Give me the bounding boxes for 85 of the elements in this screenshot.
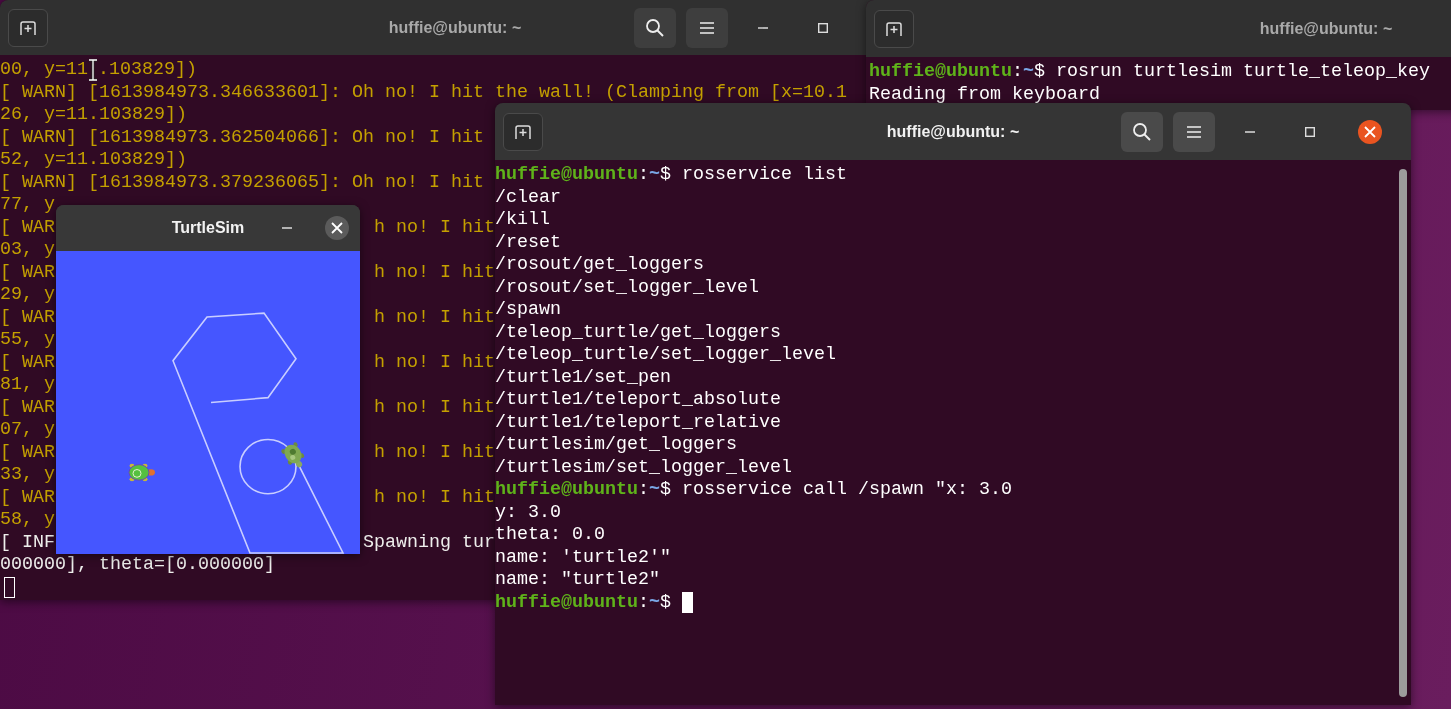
menu-icon <box>699 20 715 35</box>
search-button[interactable] <box>1121 111 1163 152</box>
output-text: /rosout/set_logger_level <box>495 276 759 299</box>
new-tab-button[interactable] <box>8 8 48 47</box>
output-text: /turtlesim/set_logger_level <box>495 456 792 479</box>
warning-log-text: [ WAR <box>0 441 55 464</box>
text-cursor <box>4 576 15 598</box>
search-button[interactable] <box>634 7 676 48</box>
warning-log-text: 55, y <box>0 329 55 352</box>
new-tab-button[interactable] <box>874 9 914 48</box>
warning-log-text: h no! I hit <box>374 486 495 509</box>
warning-log-text: 00, y=11 <box>0 59 88 82</box>
close-button[interactable] <box>1358 119 1382 144</box>
warning-log-text: [ WAR <box>0 396 55 419</box>
close-button[interactable] <box>325 216 349 240</box>
warning-log-text: [ WARN] [1613984973.362504066]: Oh no! I hit <box>0 126 484 149</box>
output-text: name: 'turtle2'" <box>495 546 671 569</box>
warning-log-text: 58, y <box>0 509 55 532</box>
output-text: /kill <box>495 209 550 232</box>
new-tab-icon <box>514 123 532 140</box>
warning-log-text: 52, y=11.103829]) <box>0 149 187 172</box>
turtle-icon <box>281 442 305 468</box>
warning-log-text: 03, y <box>0 239 55 262</box>
output-text: Reading from keyboard <box>869 83 1100 106</box>
warning-log-text: h no! I hit <box>374 216 495 239</box>
warning-log-text: 77, y <box>0 194 55 217</box>
output-text: y: 3.0 <box>495 501 561 524</box>
output-text: /clear <box>495 186 561 209</box>
search-icon <box>1132 121 1152 142</box>
close-icon <box>1364 125 1376 138</box>
output-text: /turtlesim/get_loggers <box>495 434 737 457</box>
minimize-icon <box>1245 130 1255 133</box>
warning-log-text: 26, y=11.103829]) <box>0 104 187 127</box>
command-line: huffie@ubuntu:~$ rosservice call /spawn "x: 3.0 <box>495 479 1012 502</box>
window-title: huffie@ubuntu: ~ <box>388 18 522 36</box>
output-text: /rosout/get_loggers <box>495 254 704 277</box>
maximize-icon <box>1305 126 1315 137</box>
output-text: /turtle1/teleport_relative <box>495 411 781 434</box>
output-text: /spawn <box>495 299 561 322</box>
output-text: /turtle1/teleport_absolute <box>495 389 781 412</box>
warning-log-text: [ WAR <box>0 306 55 329</box>
close-icon <box>331 222 343 234</box>
turtle-icon <box>128 463 155 482</box>
command-line: huffie@ubuntu:~$ rosrun turtlesim turtle_teleop_key <box>869 61 1430 84</box>
command-line: huffie@ubuntu:~$ <box>495 591 671 614</box>
warning-log-text: 29, y <box>0 284 55 307</box>
menu-button[interactable] <box>686 7 728 48</box>
menu-button[interactable] <box>1173 111 1215 152</box>
warning-log-text: [ WAR <box>0 351 55 374</box>
warning-log-text: 81, y <box>0 374 55 397</box>
new-tab-button[interactable] <box>503 112 543 151</box>
warning-log-text: h no! I hit <box>374 351 495 374</box>
output-text: Spawning tur <box>363 531 495 554</box>
window-title: huffie@ubuntu: ~ <box>886 122 1020 140</box>
maximize-icon <box>818 22 828 33</box>
warning-log-text: [ WARN] [1613984973.346633601]: Oh no! I hit the wall! (Clamping from [x=10.1 <box>0 81 847 104</box>
output-text: name: "turtle2" <box>495 569 660 592</box>
warning-log-text: [ WAR <box>0 486 55 509</box>
warning-log-text: h no! I hit <box>374 261 495 284</box>
warning-log-text: h no! I hit <box>374 306 495 329</box>
warning-log-text: h no! I hit <box>374 441 495 464</box>
warning-log-text: 07, y <box>0 419 55 442</box>
new-tab-icon <box>19 19 37 36</box>
output-text: theta: 0.0 <box>495 524 605 547</box>
output-text: /teleop_turtle/set_logger_level <box>495 344 836 367</box>
warning-log-text: [ WAR <box>0 261 55 284</box>
menu-icon <box>1186 124 1202 139</box>
search-icon <box>645 17 665 38</box>
warning-log-text: .103829]) <box>98 59 197 82</box>
output-text: /teleop_turtle/get_loggers <box>495 321 781 344</box>
output-text: /turtle1/set_pen <box>495 366 671 389</box>
minimize-icon <box>758 26 768 29</box>
new-tab-icon <box>885 20 903 37</box>
minimize-icon <box>282 227 292 229</box>
output-text: [ INF <box>0 531 55 554</box>
output-text: /reset <box>495 231 561 254</box>
command-line: huffie@ubuntu:~$ rosservice list <box>495 164 847 187</box>
warning-log-text: 33, y <box>0 464 55 487</box>
warning-log-text: [ WARN] [1613984973.379236065]: Oh no! I hit <box>0 171 484 194</box>
output-text: 000000], theta=[0.000000] <box>0 554 275 577</box>
scrollbar[interactable] <box>1399 169 1407 697</box>
window-title: TurtleSim <box>171 219 245 236</box>
window-title: huffie@ubuntu: ~ <box>1259 19 1393 37</box>
warning-log-text: h no! I hit <box>374 396 495 419</box>
warning-log-text: [ WAR <box>0 216 55 239</box>
